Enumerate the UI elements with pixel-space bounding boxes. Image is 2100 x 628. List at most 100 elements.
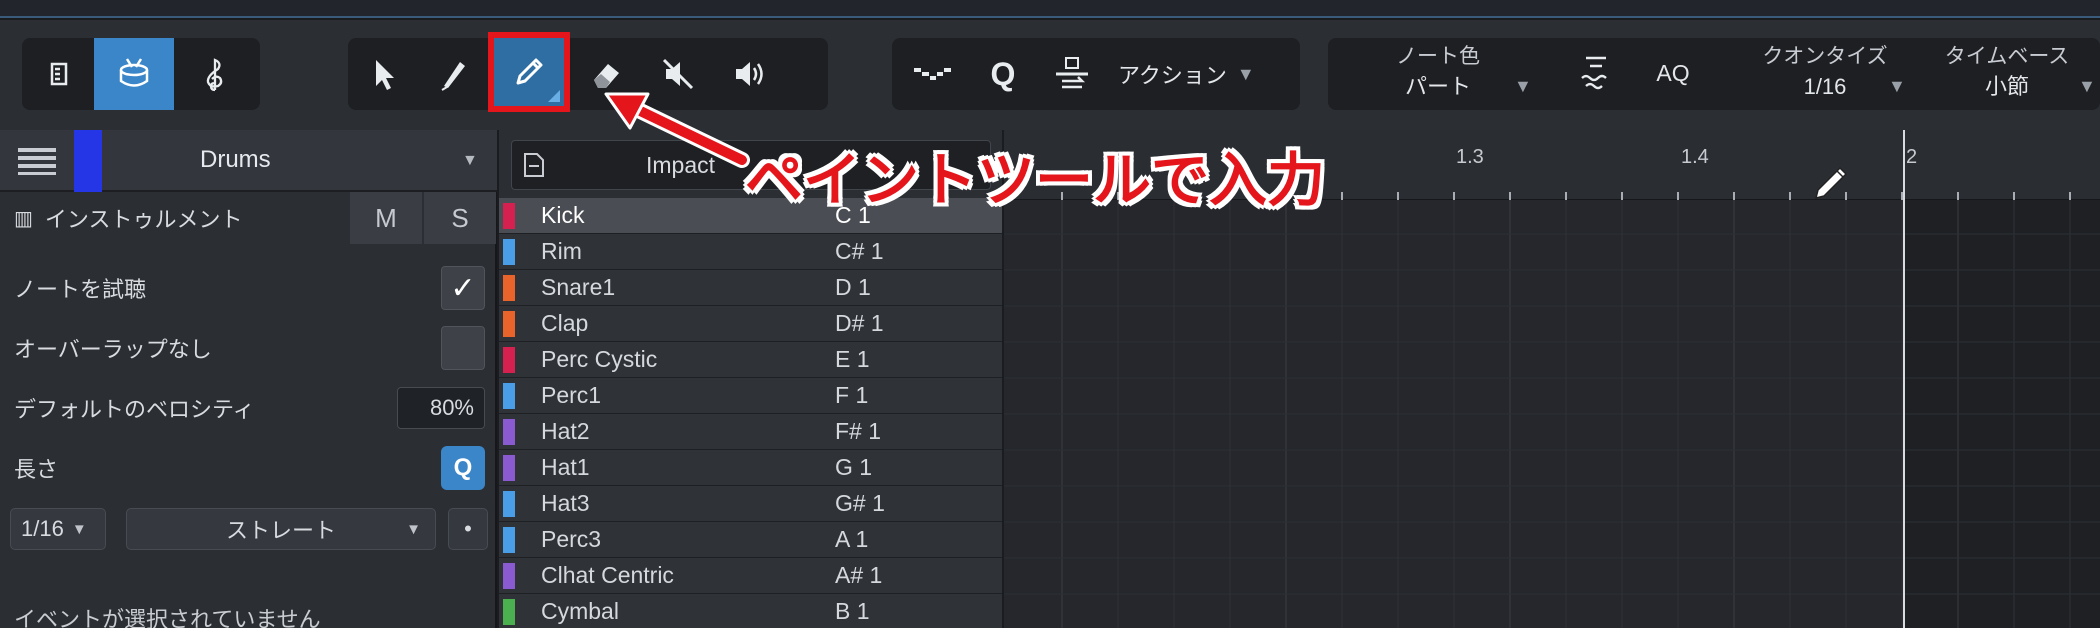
toolbar: Q アクション ▼ ノート色 パート ▼ AQ クオンタイズ 1/16 ▼ タイ… [0, 20, 2100, 130]
no-event-label: イベントが選択されていません [14, 607, 321, 628]
drum-name: Snare1 [541, 274, 616, 300]
overlap-row: オーバーラップなし [0, 318, 497, 378]
chevron-down-icon[interactable]: ▼ [1888, 76, 1906, 97]
velocity-row: デフォルトのベロシティ 80% [0, 378, 497, 438]
straight-label: ストレート [225, 518, 336, 543]
instrument-label: インストゥルメント [44, 207, 243, 232]
action-group: Q アクション ▼ [892, 38, 1300, 110]
drum-note: C# 1 [835, 238, 884, 264]
timebase-label: タイムベース [1944, 45, 2070, 68]
drum-row[interactable]: Snare1 D 1 [499, 270, 1002, 306]
annotation-arrow [604, 92, 750, 168]
annotation-label: ペイントツールで入力 [745, 146, 1326, 214]
length-value: 1/16 [21, 516, 64, 541]
drum-color-swatch [503, 454, 515, 481]
chevron-down-icon: ▼ [71, 520, 87, 538]
chevron-down-icon[interactable]: ▼ [1514, 76, 1532, 97]
length-select[interactable]: 1/16 ▼ [10, 508, 106, 550]
drum-note: D 1 [835, 274, 871, 300]
velocity-shape-icon[interactable] [892, 38, 972, 110]
drum-row[interactable]: Hat2 F# 1 [499, 414, 1002, 450]
chevron-down-icon: ▼ [406, 520, 421, 538]
split-tool-icon[interactable] [420, 38, 488, 110]
drum-color-swatch [503, 526, 515, 553]
drum-note: F# 1 [835, 418, 882, 444]
menu-icon[interactable] [18, 146, 58, 181]
action-label: アクション [1118, 63, 1227, 88]
drum-row[interactable]: Perc3 A 1 [499, 522, 1002, 558]
paint-tool-icon[interactable] [488, 32, 570, 112]
velocity-label: デフォルトのベロシティ [14, 397, 255, 422]
drum-color-swatch [503, 310, 515, 337]
dotted-button[interactable]: • [448, 508, 488, 550]
drum-name: Perc1 [541, 382, 602, 408]
view-mode-group [22, 38, 260, 110]
drum-note: G 1 [835, 454, 873, 480]
quantize-q-label: Q [990, 55, 1016, 92]
arrow-tool-icon[interactable] [348, 38, 420, 110]
drum-row[interactable]: Clap D# 1 [499, 306, 1002, 342]
window-top-bar [0, 0, 2100, 18]
chevron-down-icon[interactable]: ▼ [2078, 76, 2096, 97]
length-quantize-button[interactable]: Q [441, 446, 485, 490]
wave-icon[interactable] [1576, 52, 1616, 101]
drum-editor-icon[interactable] [94, 38, 174, 110]
drum-color-swatch [503, 382, 515, 409]
audition-label: ノートを試聴 [14, 277, 147, 302]
drum-name: Perc Cystic [541, 346, 658, 372]
drum-name: Clhat Centric [541, 562, 674, 588]
drum-row[interactable]: Hat3 G# 1 [499, 486, 1002, 522]
quantize-control[interactable]: クオンタイズ 1/16 [1750, 42, 1900, 102]
quantize-button[interactable]: Q [972, 38, 1034, 110]
velocity-field[interactable]: 80% [397, 387, 485, 429]
note-color-control[interactable]: ノート色 パート [1368, 42, 1508, 102]
drum-row[interactable]: Perc Cystic E 1 [499, 342, 1002, 378]
inspector-panel: Drums ▼ ▥ インストゥルメント M S ノートを試聴 ✓ オーバーラップ… [0, 130, 497, 628]
aq-button[interactable]: AQ [1648, 58, 1698, 88]
drum-color-swatch [503, 202, 515, 229]
drum-name: Perc3 [541, 526, 602, 552]
drum-color-swatch [503, 238, 515, 265]
straight-select[interactable]: ストレート ▼ [126, 508, 436, 550]
drum-row[interactable]: Rim C# 1 [499, 234, 1002, 270]
drum-row[interactable]: Cymbal B 1 [499, 594, 1002, 628]
drum-note: F 1 [835, 382, 869, 408]
quantize-value: 1/16 [1803, 74, 1847, 99]
drum-row[interactable]: Perc1 F 1 [499, 378, 1002, 414]
drum-color-swatch [503, 490, 515, 517]
note-color-label: ノート色 [1396, 45, 1480, 68]
mute-button[interactable]: M [350, 192, 422, 244]
drum-note: A 1 [835, 526, 869, 552]
no-event-row: イベントが選択されていません [0, 598, 497, 628]
drum-row[interactable]: Clhat Centric A# 1 [499, 558, 1002, 594]
action-menu[interactable]: アクション ▼ [1118, 58, 1255, 90]
drum-row[interactable]: Hat1 G 1 [499, 450, 1002, 486]
instrument-row: ▥ インストゥルメント [0, 192, 497, 244]
drum-name: Hat3 [541, 490, 590, 516]
overlap-checkbox[interactable] [441, 326, 485, 370]
drum-name: Hat1 [541, 454, 590, 480]
score-editor-icon[interactable] [174, 38, 254, 110]
property-group: ノート色 パート ▼ AQ クオンタイズ 1/16 ▼ タイムベース 小節 ▼ [1328, 38, 2100, 110]
track-name[interactable]: Drums [200, 146, 271, 174]
drum-name: Rim [541, 238, 582, 264]
length-icon[interactable] [1034, 38, 1110, 110]
pencil-cursor-icon [1812, 162, 1852, 207]
audition-checkbox[interactable]: ✓ [441, 266, 485, 310]
track-header: Drums ▼ [0, 130, 497, 192]
timebase-control[interactable]: タイムベース 小節 [1932, 42, 2082, 102]
drum-note: B 1 [835, 598, 870, 624]
chevron-down-icon[interactable]: ▼ [462, 152, 478, 170]
solo-button[interactable]: S [424, 192, 496, 244]
document-icon [524, 153, 544, 177]
chevron-down-icon: ▼ [1236, 63, 1255, 84]
inspector-toggle-icon[interactable] [22, 38, 94, 110]
drum-color-swatch [503, 346, 515, 373]
drum-color-swatch [503, 274, 515, 301]
drum-name: Cymbal [541, 598, 619, 624]
quantize-label: クオンタイズ [1762, 45, 1888, 68]
length-label: 長さ [14, 457, 59, 482]
length-row: 長さ Q [0, 438, 497, 498]
overlap-label: オーバーラップなし [14, 337, 212, 362]
track-color-swatch [74, 130, 102, 192]
